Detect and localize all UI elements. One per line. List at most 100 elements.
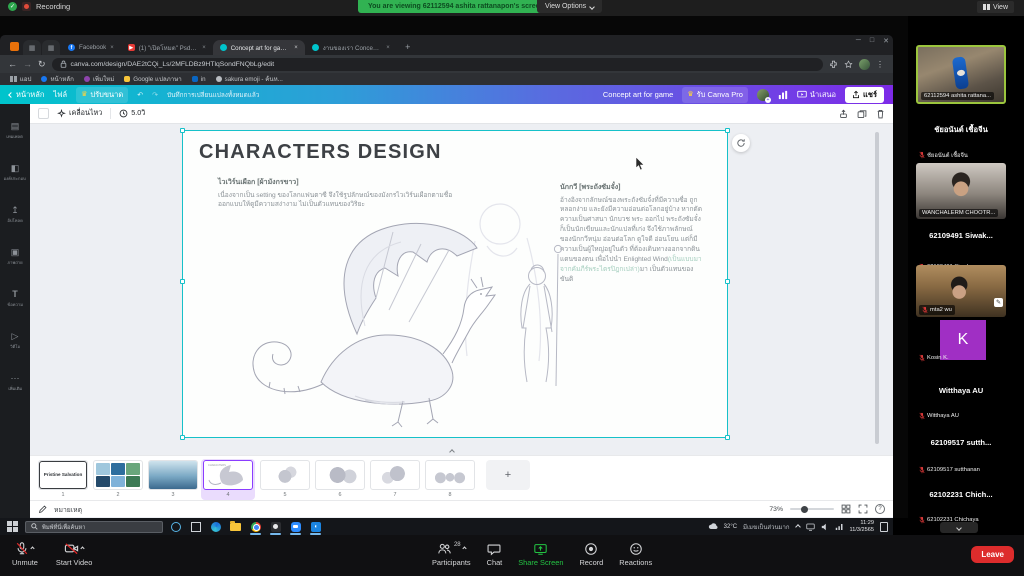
bookmark-facebook[interactable]: หน้าหลัก (41, 74, 73, 84)
task-view-button[interactable] (188, 519, 203, 534)
participant-tile-chichaya[interactable]: 62102231 Chich... 62102231 Chichaya (916, 478, 1006, 526)
bookmark-google-translate[interactable]: Google แปลภาษา (124, 74, 182, 84)
participant-tile-sutthanan[interactable]: 62109517 sutth... 62109517 sutthanan (916, 426, 1006, 476)
tab-canva-projects[interactable]: งานของเรา Concept art for game × (305, 40, 397, 55)
close-tab-icon[interactable]: × (110, 45, 114, 51)
bookmark-item[interactable]: เพิ่มใหม่ (84, 74, 114, 84)
canva-resize-button[interactable]: ♛ปรับขนาด (76, 87, 128, 103)
canva-pro-button[interactable]: ♛รับ Canva Pro (682, 87, 748, 103)
participant-video-wanchalerm[interactable]: WANCHALERM CHOOTR... (916, 163, 1006, 219)
add-page-button[interactable]: + (486, 460, 530, 490)
account-avatar[interactable]: + (757, 89, 769, 101)
view-options-button[interactable]: View Options (537, 0, 602, 13)
resize-handle[interactable] (180, 435, 185, 440)
participant-video-mta2wu[interactable]: ✎ mta2 wu (916, 265, 1006, 317)
thumbnail-slide-2[interactable]: 2 (93, 460, 143, 498)
bookmark-sakura[interactable]: sakura emoji - ค้นห... (216, 74, 283, 84)
thumbnail-slide-6[interactable]: 6 (315, 460, 365, 498)
share-button[interactable]: แชร์ (845, 87, 884, 103)
bookmark-star-icon[interactable] (844, 60, 853, 69)
zoom-slider[interactable] (790, 508, 834, 510)
zoom-app-button[interactable] (288, 519, 303, 534)
forward-button[interactable]: → (23, 60, 32, 69)
tab-facebook[interactable]: f Facebook × (61, 40, 121, 55)
resize-handle[interactable] (725, 279, 730, 284)
thumbnail-slide-5[interactable]: 5 (260, 460, 310, 498)
close-button[interactable]: ✕ (883, 37, 889, 45)
delete-page-icon[interactable] (876, 109, 885, 119)
participants-button[interactable]: 28 Participants (432, 541, 471, 567)
sidebar-item-videos[interactable]: ▷วิดีโอ (0, 320, 30, 362)
unmute-button[interactable]: Unmute (12, 541, 38, 567)
slide-page[interactable]: CHARACTERS DESIGN ไวเวิร์นเผือก [ผ้ามังก… (183, 131, 727, 437)
sidebar-item-elements[interactable]: ◧องค์ประกอบ (0, 152, 30, 194)
thumbnail-slide-4-selected[interactable]: CHARACTERS 4 (201, 459, 255, 500)
browser-menu-icon[interactable]: ⋮ (876, 60, 885, 69)
participant-tile-kosin[interactable]: K Kosin K. (916, 320, 1006, 364)
canvas-scrollbar[interactable] (875, 132, 879, 444)
chrome-button[interactable] (248, 519, 263, 534)
maximize-button[interactable]: □ (870, 37, 874, 45)
reload-button[interactable]: ↻ (38, 60, 46, 69)
address-bar[interactable]: canva.com/design/DAE2tCQi_Ls/2MFLDBz9HTl… (52, 58, 823, 71)
notes-button[interactable]: หมายเหตุ (54, 504, 82, 515)
record-button[interactable]: Record (579, 541, 603, 567)
grid-view-icon[interactable] (841, 504, 851, 514)
tray-expand-icon[interactable] (795, 524, 801, 530)
bookmark-linkedin[interactable]: in (192, 76, 206, 83)
pinned-tab-icon[interactable] (10, 42, 19, 51)
display-icon[interactable] (806, 523, 815, 531)
redo-button[interactable]: ↷ (152, 91, 158, 99)
speaker-icon[interactable] (821, 523, 829, 531)
design-title[interactable]: Concept art for game (603, 90, 673, 99)
edge-button[interactable] (208, 519, 223, 534)
sidebar-item-templates[interactable]: ▤เทมเพลต (0, 110, 30, 152)
start-button[interactable] (5, 519, 20, 534)
app-button[interactable] (268, 519, 283, 534)
thumbnail-slide-7[interactable]: 7 (370, 460, 420, 498)
clock[interactable]: 11:29 11/3/2565 (850, 520, 874, 534)
participant-tile-witthaya[interactable]: Witthaya AU Witthaya AU (916, 374, 1006, 422)
thumbnail-slide-8[interactable]: 8 (425, 460, 475, 498)
start-video-button[interactable]: Start Video (56, 541, 92, 567)
sidebar-item-text[interactable]: Tข้อความ (0, 278, 30, 320)
close-tab-icon[interactable]: × (386, 45, 390, 51)
cortana-button[interactable] (168, 519, 183, 534)
thumbnail-slide-1[interactable]: Pristine Salvation 1 (38, 460, 88, 498)
video-options-chevron[interactable] (80, 546, 84, 550)
collapse-thumbnails-icon[interactable] (449, 449, 455, 455)
animate-button[interactable]: เคลื่อนไหว (57, 108, 102, 119)
file-explorer-button[interactable] (228, 519, 243, 534)
close-tab-icon[interactable]: × (202, 45, 206, 51)
export-page-icon[interactable] (839, 109, 848, 119)
mic-options-chevron[interactable] (31, 546, 35, 550)
weather-text[interactable]: มีเมฆเป็นส่วนมาก (743, 522, 789, 532)
canva-home-button[interactable]: หน้าหลัก (9, 89, 44, 101)
participant-tile-chaianan[interactable]: ชัยอนันต์ เชื้อจีน ชัยอนันต์ เชื้อจีน (916, 106, 1006, 162)
view-button[interactable]: View (977, 1, 1014, 13)
resize-handle[interactable] (180, 128, 185, 133)
duration-button[interactable]: 5.0วิ (119, 108, 145, 119)
scroll-participants-button[interactable] (940, 522, 978, 533)
chat-button[interactable]: Chat (487, 541, 503, 567)
sidebar-item-photos[interactable]: ▣ภาพถ่าย (0, 236, 30, 278)
duplicate-page-icon[interactable] (857, 109, 867, 119)
thumbnail-slide-3[interactable]: 3 (148, 460, 198, 498)
participants-options-chevron[interactable] (462, 546, 466, 550)
pinned-tab[interactable]: ▦ (42, 40, 60, 55)
insights-icon[interactable] (778, 90, 788, 100)
present-button[interactable]: นำเสนอ (797, 89, 836, 101)
resize-handle[interactable] (725, 128, 730, 133)
new-tab-button[interactable]: + (401, 40, 415, 54)
back-button[interactable]: ← (8, 60, 17, 69)
slide-title[interactable]: CHARACTERS DESIGN (199, 141, 442, 164)
network-icon[interactable] (835, 523, 844, 531)
sync-status-button[interactable] (732, 134, 750, 152)
zoom-slider-knob[interactable] (801, 506, 808, 513)
close-tab-icon[interactable]: × (294, 45, 298, 51)
tab-youtube[interactable]: ▶ (1) "เปิดโหมด" PsdPralavendula... × (121, 40, 213, 55)
help-button[interactable]: ? (875, 504, 885, 514)
bookmark-apps[interactable]: แอป (10, 74, 31, 84)
leave-button[interactable]: Leave (971, 546, 1014, 563)
resize-handle[interactable] (180, 279, 185, 284)
